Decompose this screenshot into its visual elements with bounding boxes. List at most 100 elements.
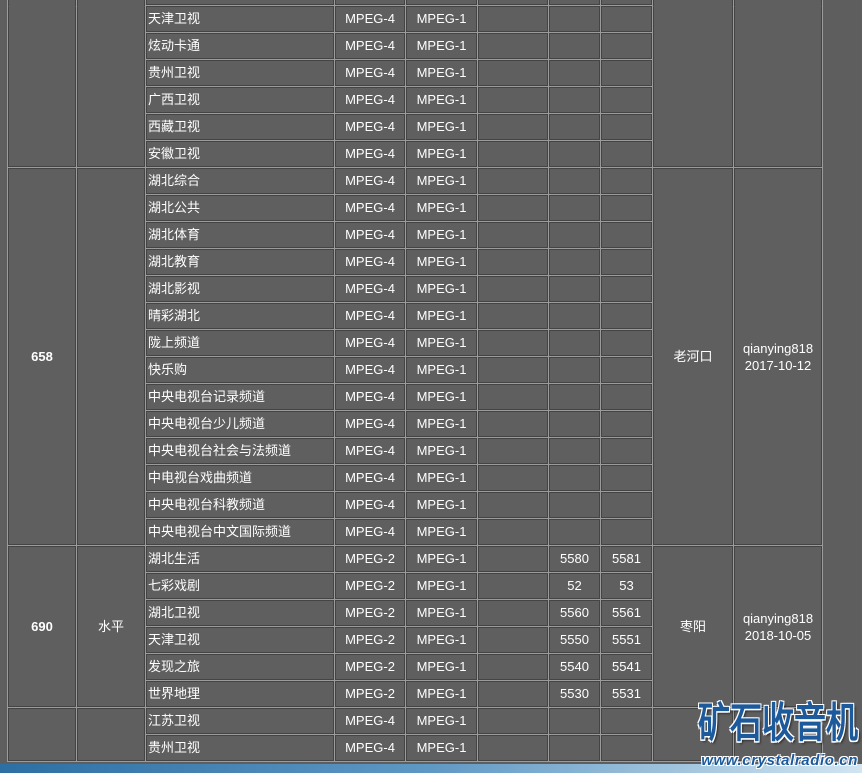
submitter-cell: qianying818 2017-10-12 (734, 168, 822, 545)
audio-format-cell: MPEG-1 (406, 681, 477, 707)
polarization-cell: 水平 (77, 546, 145, 707)
number-cell-1 (549, 87, 600, 113)
channel-name-cell: 江苏卫视 (146, 708, 334, 734)
audio-format-cell: MPEG-1 (406, 141, 477, 167)
number-cell-1 (549, 195, 600, 221)
channel-name-cell: 发现之旅 (146, 654, 334, 680)
channel-name-cell: 陇上频道 (146, 330, 334, 356)
audio-format-cell: MPEG-1 (406, 492, 477, 518)
video-format-cell: MPEG-4 (335, 519, 405, 545)
video-format-cell: MPEG-4 (335, 735, 405, 761)
blank-cell (478, 87, 548, 113)
blank-cell (478, 330, 548, 356)
number-cell-2 (601, 735, 652, 761)
blank-cell (478, 573, 548, 599)
channel-name-cell: 世界地理 (146, 681, 334, 707)
number-cell-2 (601, 6, 652, 32)
blank-cell (478, 168, 548, 194)
video-format-cell: MPEG-4 (335, 141, 405, 167)
number-cell-1 (549, 735, 600, 761)
number-cell-1 (549, 708, 600, 734)
audio-format-cell: MPEG-1 (406, 60, 477, 86)
audio-format-cell: MPEG-1 (406, 357, 477, 383)
table-top-edge-segment (406, 0, 477, 5)
video-format-cell: MPEG-2 (335, 546, 405, 572)
video-format-cell: MPEG-2 (335, 573, 405, 599)
number-cell-2 (601, 303, 652, 329)
audio-format-cell: MPEG-1 (406, 519, 477, 545)
channel-name-cell: 湖北卫视 (146, 600, 334, 626)
channel-name-cell: 天津卫视 (146, 627, 334, 653)
submit-date: 2018-10-05 (744, 627, 812, 643)
watermark-url: www.crystalradio.cn (701, 752, 858, 769)
video-format-cell: MPEG-4 (335, 195, 405, 221)
audio-format-cell: MPEG-1 (406, 465, 477, 491)
submitter-cell: qianying818 2018-10-05 (734, 546, 822, 707)
audio-format-cell: MPEG-1 (406, 654, 477, 680)
number-cell-1 (549, 465, 600, 491)
video-format-cell: MPEG-4 (335, 411, 405, 437)
channel-name-cell: 湖北公共 (146, 195, 334, 221)
blank-cell (478, 384, 548, 410)
blank-cell (478, 141, 548, 167)
channel-table: 天津卫视 MPEG-4 MPEG-1 炫动卡通 MPEG-4 MPEG-1 贵州卫视 MPEG… (7, 5, 823, 762)
number-cell-2 (601, 492, 652, 518)
blank-cell (478, 438, 548, 464)
channel-name-cell: 湖北体育 (146, 222, 334, 248)
audio-format-cell: MPEG-1 (406, 6, 477, 32)
table-row: 天津卫视 MPEG-4 MPEG-1 (8, 6, 822, 167)
channel-name-cell: 湖北综合 (146, 168, 334, 194)
video-format-cell: MPEG-4 (335, 708, 405, 734)
location-cell (653, 6, 733, 167)
channel-name-cell: 天津卫视 (146, 6, 334, 32)
audio-format-cell: MPEG-1 (406, 411, 477, 437)
table-top-edge-segment (478, 0, 548, 5)
number-cell-2 (601, 33, 652, 59)
blank-cell (478, 654, 548, 680)
channel-name-cell: 中央电视台社会与法频道 (146, 438, 334, 464)
audio-format-cell: MPEG-1 (406, 573, 477, 599)
channel-name-cell: 中央电视台记录频道 (146, 384, 334, 410)
channel-name-cell: 晴彩湖北 (146, 303, 334, 329)
blank-cell (478, 519, 548, 545)
channel-name-cell: 贵州卫视 (146, 60, 334, 86)
number-cell-2 (601, 411, 652, 437)
submitter-name: qianying818 (742, 610, 814, 626)
blank-cell (478, 249, 548, 275)
audio-format-cell: MPEG-1 (406, 600, 477, 626)
table-row: 690 水平 湖北生活 MPEG-2 MPEG-1 5580 5581 枣阳 qianying8… (8, 546, 822, 707)
number-cell-2: 5581 (601, 546, 652, 572)
table-top-edge-segment (8, 0, 76, 6)
number-cell-2 (601, 465, 652, 491)
blank-cell (478, 735, 548, 761)
audio-format-cell: MPEG-1 (406, 546, 477, 572)
blank-cell (478, 195, 548, 221)
blank-cell (478, 303, 548, 329)
number-cell-2 (601, 519, 652, 545)
channel-name-cell: 湖北教育 (146, 249, 334, 275)
number-cell-1 (549, 519, 600, 545)
channel-name-cell: 湖北影视 (146, 276, 334, 302)
audio-format-cell: MPEG-1 (406, 168, 477, 194)
audio-format-cell: MPEG-1 (406, 735, 477, 761)
number-cell-2: 5551 (601, 627, 652, 653)
audio-format-cell: MPEG-1 (406, 33, 477, 59)
channel-name-cell: 炫动卡通 (146, 33, 334, 59)
channel-name-cell: 中央电视台中文国际频道 (146, 519, 334, 545)
number-cell-2 (601, 384, 652, 410)
audio-format-cell: MPEG-1 (406, 195, 477, 221)
number-cell-2 (601, 168, 652, 194)
frequency-cell: 690 (8, 546, 76, 707)
number-cell-1 (549, 384, 600, 410)
audio-format-cell: MPEG-1 (406, 276, 477, 302)
video-format-cell: MPEG-4 (335, 357, 405, 383)
video-format-cell: MPEG-4 (335, 60, 405, 86)
number-cell-2 (601, 708, 652, 734)
number-cell-1: 5560 (549, 600, 600, 626)
submit-date: 2017-10-12 (744, 357, 812, 373)
number-cell-1: 5530 (549, 681, 600, 707)
number-cell-1: 52 (549, 573, 600, 599)
audio-format-cell: MPEG-1 (406, 303, 477, 329)
audio-format-cell: MPEG-1 (406, 249, 477, 275)
frequency-cell (8, 6, 76, 167)
